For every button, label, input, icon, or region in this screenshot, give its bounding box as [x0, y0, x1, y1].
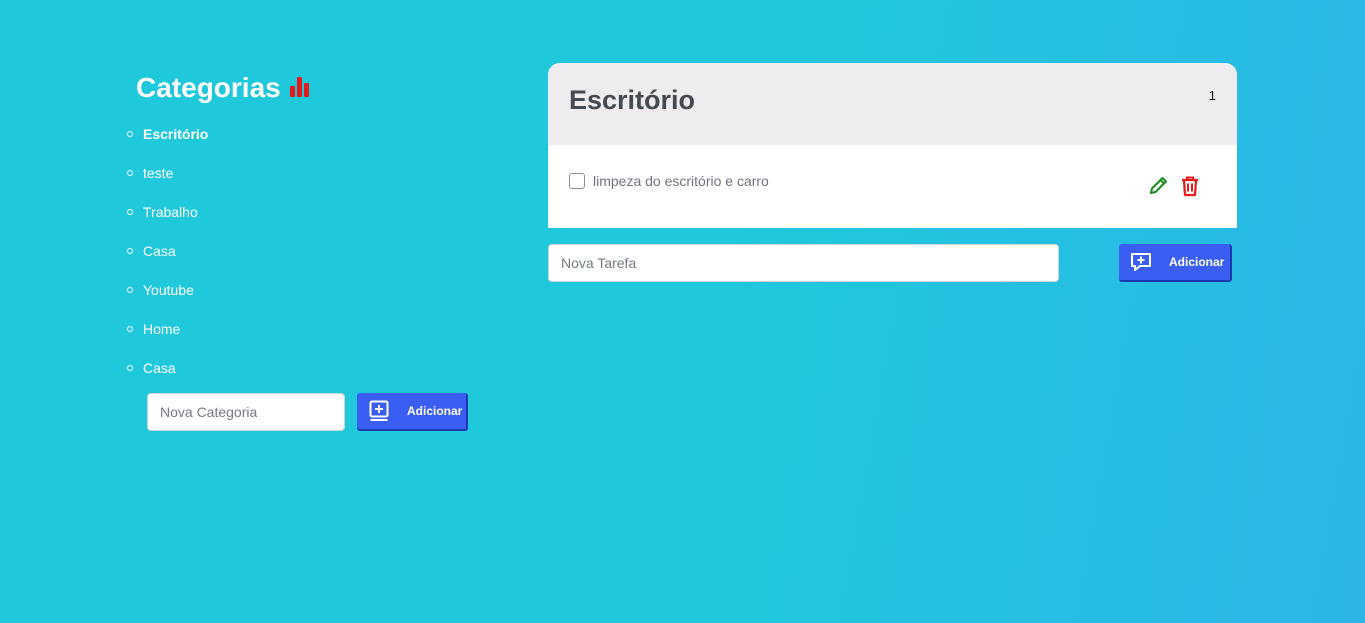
category-item-trabalho[interactable]: Trabalho	[127, 192, 487, 231]
card-header: Escritório 1	[548, 63, 1237, 145]
category-item-home[interactable]: Home	[127, 309, 487, 348]
category-list: Escritório teste Trabalho Casa Youtube H…	[127, 114, 487, 387]
category-label: Home	[143, 320, 181, 337]
add-category-button[interactable]: Adicionar	[357, 393, 468, 431]
new-category-input[interactable]	[147, 393, 345, 431]
bullet-icon	[127, 364, 133, 371]
sidebar-title-text: Categorias	[136, 72, 281, 103]
add-box-icon	[369, 400, 389, 421]
category-item-casa-2[interactable]: Casa	[127, 348, 487, 387]
bullet-icon	[127, 325, 133, 332]
main-panel: Escritório 1 limpeza do escritório e car…	[548, 63, 1237, 282]
new-category-form: Adicionar	[147, 393, 487, 431]
bullet-icon	[127, 208, 133, 215]
task-actions	[1147, 175, 1201, 197]
task-item: limpeza do escritório e carro	[569, 173, 1216, 189]
task-label: limpeza do escritório e carro	[593, 173, 769, 189]
add-category-label: Adicionar	[407, 404, 463, 418]
bullet-icon	[127, 169, 133, 176]
task-checkbox[interactable]	[569, 173, 585, 189]
sidebar-title: Categorias	[136, 70, 487, 106]
category-item-casa[interactable]: Casa	[127, 231, 487, 270]
bar-chart-icon	[289, 75, 312, 97]
bullet-icon	[127, 130, 133, 137]
task-list: limpeza do escritório e carro	[548, 145, 1237, 228]
category-item-youtube[interactable]: Youtube	[127, 270, 487, 309]
category-item-escritorio[interactable]: Escritório	[127, 114, 487, 153]
category-label: Escritório	[143, 125, 209, 142]
category-item-teste[interactable]: teste	[127, 153, 487, 192]
add-comment-icon	[1131, 253, 1151, 271]
category-label: teste	[143, 164, 174, 181]
category-label: Youtube	[143, 281, 194, 298]
bullet-icon	[127, 247, 133, 254]
category-title: Escritório	[569, 85, 696, 115]
category-card: Escritório 1 limpeza do escritório e car…	[548, 63, 1237, 228]
task-count-badge: 1	[1208, 88, 1216, 103]
pencil-icon[interactable]	[1147, 175, 1169, 197]
new-task-form: Adicionar	[548, 244, 1237, 282]
category-label: Casa	[143, 359, 176, 376]
add-task-label: Adicionar	[1169, 255, 1225, 269]
bullet-icon	[127, 286, 133, 293]
trash-icon[interactable]	[1179, 175, 1201, 197]
new-task-input[interactable]	[548, 244, 1059, 282]
sidebar: Categorias Escritório teste Trabalho Cas…	[127, 70, 487, 431]
add-task-button[interactable]: Adicionar	[1119, 244, 1232, 282]
category-label: Casa	[143, 242, 176, 259]
category-label: Trabalho	[143, 203, 198, 220]
